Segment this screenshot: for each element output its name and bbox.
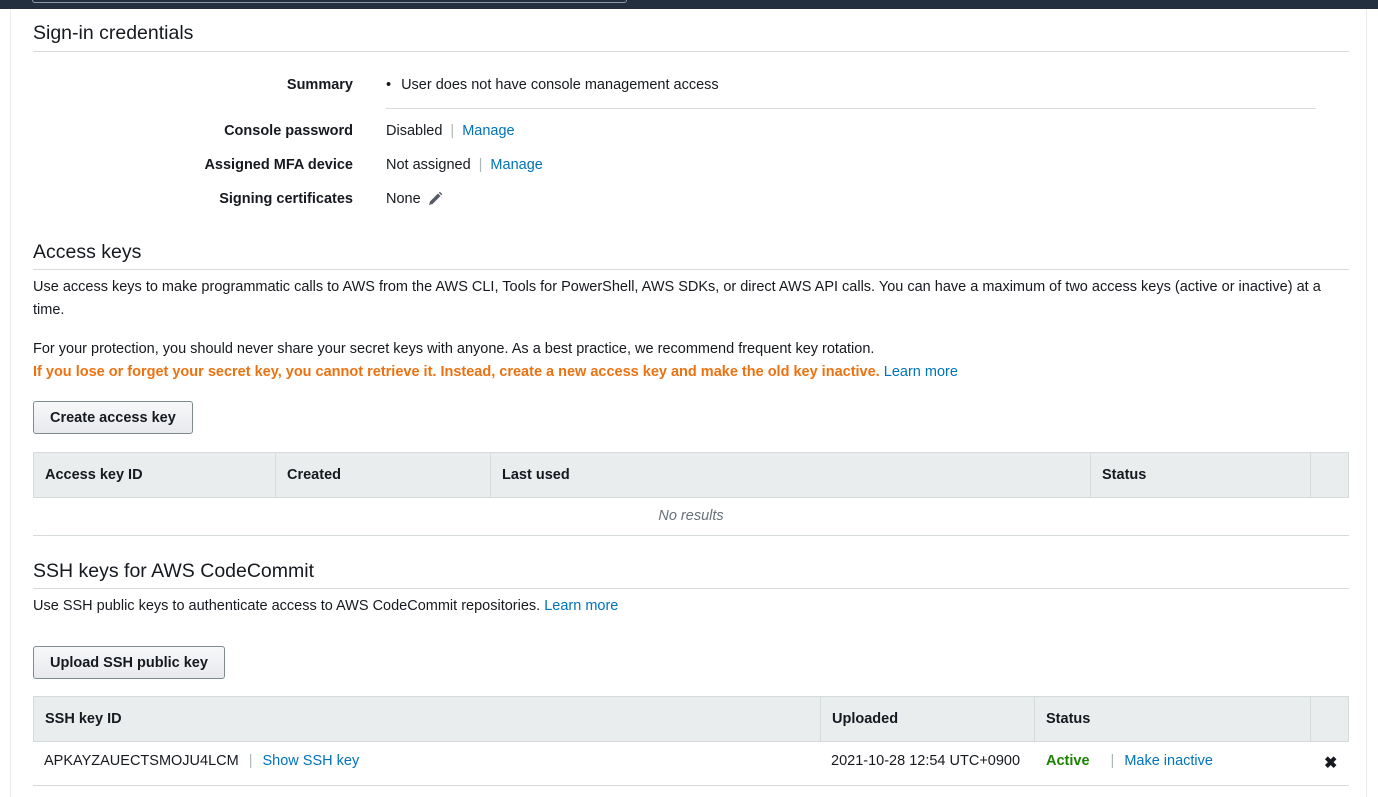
access-keys-description: Use access keys to make programmatic cal… (33, 279, 1321, 318)
ssh-keys-table-header: SSH key ID Uploaded Status (33, 696, 1349, 742)
access-keys-learn-more-link[interactable]: Learn more (884, 364, 958, 380)
ssh-key-id: APKAYZAUECTSMOJU4LCM (44, 753, 239, 769)
console-password-manage-link[interactable]: Manage (462, 123, 514, 139)
signin-divider (33, 51, 1349, 52)
separator: | (1110, 753, 1115, 769)
summary-bullet-text: User does not have console management ac… (401, 77, 719, 93)
no-results-text: No results (658, 508, 724, 524)
ssh-keys-learn-more-link[interactable]: Learn more (544, 598, 618, 614)
column-last-used[interactable]: Last used (491, 453, 1091, 497)
signin-credentials-title: Sign-in credentials (33, 22, 194, 44)
column-ssh-actions (1311, 697, 1348, 741)
table-bottom-line (33, 535, 1349, 536)
mfa-label: Assigned MFA device (204, 157, 353, 173)
ssh-keys-divider (33, 588, 1349, 589)
ssh-keys-description: Use SSH public keys to authenticate acce… (33, 598, 541, 614)
panel-left-edge (10, 9, 11, 797)
access-keys-protection: For your protection, you should never sh… (33, 341, 875, 357)
search-box-edge[interactable] (32, 0, 627, 3)
bullet-icon: • (386, 77, 392, 93)
console-password-status: Disabled (386, 123, 443, 139)
ssh-key-id-cell: APKAYZAUECTSMOJU4LCM | Show SSH key (44, 753, 359, 769)
summary-divider (386, 108, 1316, 109)
access-keys-table: Access key ID Created Last used Status N… (33, 452, 1349, 536)
column-access-key-id[interactable]: Access key ID (34, 453, 276, 497)
access-keys-warning-line: If you lose or forget your secret key, y… (33, 361, 1333, 384)
ssh-keys-title: SSH keys for AWS CodeCommit (33, 560, 315, 582)
column-actions (1311, 453, 1348, 497)
create-access-key-button[interactable]: Create access key (33, 401, 193, 434)
top-navigation-bar (0, 0, 1378, 9)
column-ssh-status[interactable]: Status (1035, 697, 1311, 741)
separator: | (450, 123, 455, 139)
access-keys-table-header: Access key ID Created Last used Status (33, 452, 1349, 498)
summary-value: • User does not have console management … (386, 77, 719, 93)
separator: | (248, 753, 253, 769)
make-inactive-link[interactable]: Make inactive (1124, 753, 1213, 769)
access-keys-divider (33, 269, 1349, 270)
signing-certificates-status: None (386, 191, 421, 207)
pencil-icon[interactable] (427, 191, 443, 207)
console-password-label: Console password (224, 123, 353, 139)
close-icon[interactable]: ✖ (1324, 753, 1337, 773)
table-bottom-line (33, 785, 1349, 786)
access-keys-warning: If you lose or forget your secret key, y… (33, 364, 880, 380)
signing-certificates-label: Signing certificates (219, 191, 353, 207)
column-ssh-key-id[interactable]: SSH key ID (34, 697, 821, 741)
column-created[interactable]: Created (276, 453, 491, 497)
upload-ssh-public-key-button[interactable]: Upload SSH public key (33, 646, 225, 679)
summary-label: Summary (286, 77, 353, 93)
column-uploaded[interactable]: Uploaded (821, 697, 1035, 741)
ssh-keys-table: SSH key ID Uploaded Status APKAYZAUECTSM… (33, 696, 1349, 786)
mfa-status: Not assigned (386, 157, 471, 173)
mfa-value: Not assigned | Manage (386, 157, 543, 173)
access-keys-title: Access keys (33, 241, 142, 263)
status-badge: Active (1046, 753, 1090, 769)
separator: | (478, 157, 483, 173)
ssh-keys-description-line: Use SSH public keys to authenticate acce… (33, 595, 1333, 618)
console-password-value: Disabled | Manage (386, 123, 515, 139)
mfa-manage-link[interactable]: Manage (490, 157, 542, 173)
ssh-key-uploaded: 2021-10-28 12:54 UTC+0900 (831, 753, 1021, 769)
column-status[interactable]: Status (1091, 453, 1311, 497)
ssh-key-status-cell: Active | Make inactive (1046, 753, 1213, 769)
show-ssh-key-link[interactable]: Show SSH key (263, 753, 360, 769)
signing-certificates-value: None (386, 191, 443, 207)
panel-right-edge (1366, 9, 1367, 797)
